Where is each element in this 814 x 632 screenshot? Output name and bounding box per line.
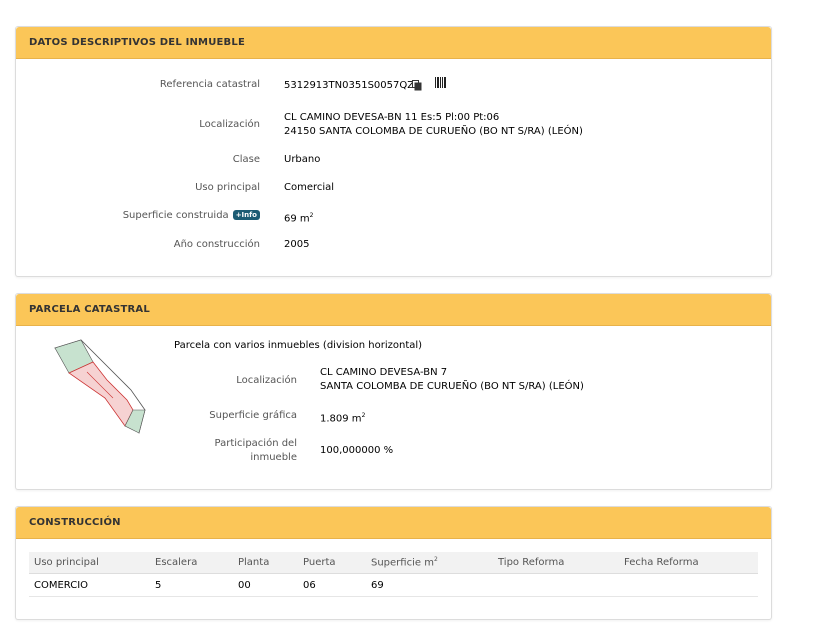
parcela-sup-unit: 2: [361, 412, 366, 419]
panel-parcela-catastral: PARCELA CATASTRAL Parcela con varios inm…: [15, 293, 772, 490]
parcela-heading: Parcela con varios inmuebles (division h…: [174, 340, 423, 351]
parcela-loc-label: Localización: [236, 375, 297, 386]
col-superficie: Superficie m2: [366, 552, 493, 574]
loc-label: Localización: [199, 119, 260, 130]
col-fecha-reforma: Fecha Reforma: [619, 552, 758, 574]
panel-title: PARCELA CATASTRAL: [16, 294, 771, 326]
loc-line2: 24150 SANTA COLOMBA DE CURUEÑO (BO NT S/…: [284, 126, 583, 137]
parcel-map[interactable]: [53, 338, 153, 438]
anio-value: 2005: [284, 239, 310, 250]
col-escalera: Escalera: [150, 552, 233, 574]
clase-value: Urbano: [284, 154, 321, 165]
cell-puerta: 06: [298, 573, 366, 597]
col-superficie-unit: 2: [433, 556, 438, 564]
parcela-loc-line1: CL CAMINO DEVESA-BN 7: [320, 367, 448, 378]
uso-label: Uso principal: [195, 182, 260, 193]
col-planta: Planta: [233, 552, 298, 574]
parcela-loc-line2: SANTA COLOMBA DE CURUEÑO (BO NT S/RA) (L…: [320, 381, 584, 392]
cell-fecha-reforma: [619, 573, 758, 597]
col-uso-principal: Uso principal: [29, 552, 150, 574]
parcela-sup-label: Superficie gráfica: [209, 410, 297, 421]
ref-label: Referencia catastral: [159, 79, 260, 90]
cell-escalera: 5: [150, 573, 233, 597]
info-badge-button[interactable]: +Info: [232, 210, 260, 220]
copy-icon[interactable]: [412, 80, 422, 94]
table-header-row: Uso principal Escalera Planta Puerta Sup…: [29, 552, 758, 574]
sup-label: Superficie construida: [122, 210, 229, 221]
loc-line1: CL CAMINO DEVESA-BN 11 Es:5 Pl:00 Pt:06: [284, 112, 500, 123]
table-row: COMERCIO 5 00 06 69: [29, 573, 758, 597]
parcela-sup-value-row: 1.809 m2: [320, 409, 365, 426]
sup-unit: 2: [309, 212, 314, 219]
panel-construccion: CONSTRUCCIÓN Uso principal Escalera Plan…: [15, 506, 772, 620]
uso-value: Comercial: [284, 182, 335, 193]
col-superficie-label: Superficie m: [371, 557, 434, 569]
sup-value: 69 m: [284, 213, 310, 225]
ref-value: 5312913TN0351S0057QZ: [284, 80, 415, 91]
anio-label: Año construcción: [173, 239, 260, 250]
cell-tipo-reforma: [493, 573, 619, 597]
participacion-value: 100,000000 %: [320, 445, 394, 456]
panel-title: DATOS DESCRIPTIVOS DEL INMUEBLE: [16, 27, 771, 59]
cell-superficie: 69: [366, 573, 493, 597]
barcode-icon[interactable]: [435, 77, 447, 91]
sup-value-row: 69 m2: [284, 209, 313, 226]
panel-title: CONSTRUCCIÓN: [16, 507, 771, 539]
clase-label: Clase: [232, 154, 260, 165]
panel-datos-descriptivos: DATOS DESCRIPTIVOS DEL INMUEBLE Referenc…: [15, 26, 772, 277]
construccion-table: Uso principal Escalera Planta Puerta Sup…: [29, 552, 758, 597]
participacion-label-1: Participación del: [214, 438, 297, 449]
col-puerta: Puerta: [298, 552, 366, 574]
sup-label-row: Superficie construida +Info: [56, 210, 260, 221]
parcela-sup-value: 1.809 m: [320, 413, 362, 425]
participacion-label-2: inmueble: [250, 452, 297, 463]
col-tipo-reforma: Tipo Reforma: [493, 552, 619, 574]
cell-planta: 00: [233, 573, 298, 597]
cell-uso: COMERCIO: [29, 573, 150, 597]
